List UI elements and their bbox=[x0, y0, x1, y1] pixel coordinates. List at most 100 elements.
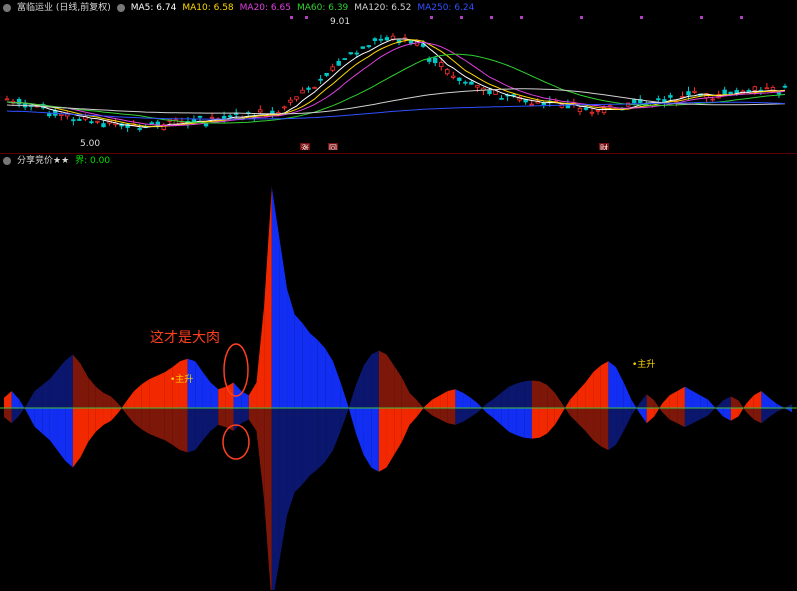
indicator-band bbox=[784, 408, 792, 413]
indicator-band bbox=[279, 238, 288, 408]
indicator-band bbox=[348, 406, 356, 434]
indicator-mirror-band bbox=[600, 408, 609, 451]
indicator-mirror-band bbox=[325, 408, 333, 462]
indicator-mirror-band bbox=[26, 391, 35, 408]
indicator-band bbox=[646, 408, 655, 424]
candle-body bbox=[439, 62, 444, 68]
indicator-band bbox=[302, 323, 311, 408]
candle-body bbox=[95, 120, 100, 123]
indicator-mirror-band bbox=[126, 408, 135, 424]
candle-body bbox=[632, 99, 637, 104]
signal-mark bbox=[520, 16, 523, 19]
candle-body bbox=[487, 90, 492, 95]
candle-body bbox=[782, 85, 788, 88]
event-badge-text: 涨 bbox=[301, 143, 309, 150]
candle-body bbox=[288, 99, 293, 103]
indicator-band bbox=[753, 391, 762, 408]
candle-body bbox=[764, 87, 770, 90]
candle-body bbox=[47, 113, 52, 117]
indicator-mirror-band bbox=[88, 377, 96, 408]
indicator-band bbox=[554, 408, 563, 425]
indicator-mirror-band bbox=[363, 354, 372, 408]
candle-body bbox=[457, 77, 462, 81]
indicator-mirror-band bbox=[440, 408, 448, 424]
indicator-band bbox=[570, 391, 578, 408]
indicator-mirror-band bbox=[49, 369, 58, 408]
candlestick-chart[interactable]: 9.01 5.00 涨 回 财 bbox=[0, 0, 797, 150]
indicator-band bbox=[700, 395, 708, 408]
indicator-mirror-band bbox=[638, 394, 647, 408]
indicator-band bbox=[294, 314, 303, 408]
indicator-band bbox=[508, 408, 517, 436]
indicator-band bbox=[677, 386, 685, 408]
indicator-mirror-band bbox=[141, 408, 150, 435]
indicator-mirror-band bbox=[371, 350, 379, 408]
candle-body bbox=[432, 57, 438, 64]
panel-divider bbox=[0, 153, 797, 154]
indicator-settings-dot-icon[interactable] bbox=[3, 157, 11, 165]
candle-body bbox=[137, 128, 142, 130]
indicator-band bbox=[585, 372, 594, 408]
indicator-mirror-band bbox=[42, 378, 50, 408]
high-price-label: 9.01 bbox=[330, 17, 350, 27]
indicator-mirror-band bbox=[172, 408, 180, 451]
signal-mark bbox=[700, 16, 703, 19]
indicator-band bbox=[593, 365, 601, 408]
indicator-band bbox=[524, 408, 532, 439]
indicator-mirror-band bbox=[394, 365, 402, 408]
indicator-band bbox=[669, 391, 678, 408]
indicator-band bbox=[72, 408, 81, 468]
indicator-mirror-band bbox=[700, 408, 708, 420]
indicator-mirror-band bbox=[386, 354, 395, 408]
event-badge-text: 回 bbox=[329, 144, 337, 150]
candle-body bbox=[366, 45, 372, 48]
indicator-band bbox=[149, 375, 158, 408]
indicator-band bbox=[516, 408, 525, 438]
indicator-band bbox=[141, 379, 150, 408]
indicator-mirror-band bbox=[539, 381, 548, 408]
indicator-mirror-band bbox=[157, 408, 165, 441]
indicator-band bbox=[432, 395, 441, 408]
indicator-mirror-band bbox=[348, 385, 356, 410]
indicator-mirror-band bbox=[463, 408, 471, 422]
indicator-mirror-band bbox=[485, 398, 494, 408]
indicator-mirror-band bbox=[707, 408, 716, 416]
candle-body bbox=[89, 121, 94, 124]
indicator-mirror-band bbox=[317, 408, 326, 470]
indicator-mirror-band bbox=[164, 408, 173, 445]
candle-body bbox=[209, 116, 215, 119]
signal-mark bbox=[740, 16, 743, 19]
candle-body bbox=[324, 72, 329, 76]
indicator-band bbox=[638, 408, 647, 424]
indicator-mirror-band bbox=[753, 408, 762, 424]
indicator-mirror-band bbox=[554, 392, 563, 408]
indicator-band bbox=[317, 340, 326, 408]
indicator-band bbox=[202, 372, 211, 408]
indicator-mirror-band bbox=[65, 354, 73, 408]
indicator-mirror-band bbox=[103, 392, 112, 408]
indicator-mirror-band bbox=[202, 408, 211, 441]
candle-body bbox=[746, 90, 751, 92]
indicator-mirror-band bbox=[761, 408, 770, 424]
indicator-band bbox=[769, 397, 777, 408]
indicator-mirror-band bbox=[547, 385, 555, 408]
indicator-mirror-band bbox=[195, 408, 203, 451]
candle-body bbox=[583, 107, 589, 110]
indicator-mirror-band bbox=[585, 408, 594, 441]
indicator-mirror-band bbox=[784, 404, 792, 408]
indicator-band bbox=[463, 392, 471, 408]
indicator-band bbox=[692, 391, 701, 408]
indicator-mirror-band bbox=[447, 408, 456, 425]
candle-body bbox=[348, 52, 353, 55]
indicator-mirror-band bbox=[294, 408, 303, 493]
candle-body bbox=[258, 109, 263, 113]
indicator-mirror-band bbox=[623, 408, 632, 431]
candle-body bbox=[101, 123, 106, 128]
indicator-band bbox=[310, 333, 318, 408]
candle-body bbox=[529, 103, 534, 106]
candle-body bbox=[149, 122, 154, 125]
candle-body bbox=[59, 113, 64, 117]
indicator-mirror-band bbox=[570, 408, 578, 424]
indicator-band bbox=[761, 391, 770, 408]
indicator-chart[interactable]: 这才是大肉 •主升 •主升 bbox=[0, 170, 797, 590]
